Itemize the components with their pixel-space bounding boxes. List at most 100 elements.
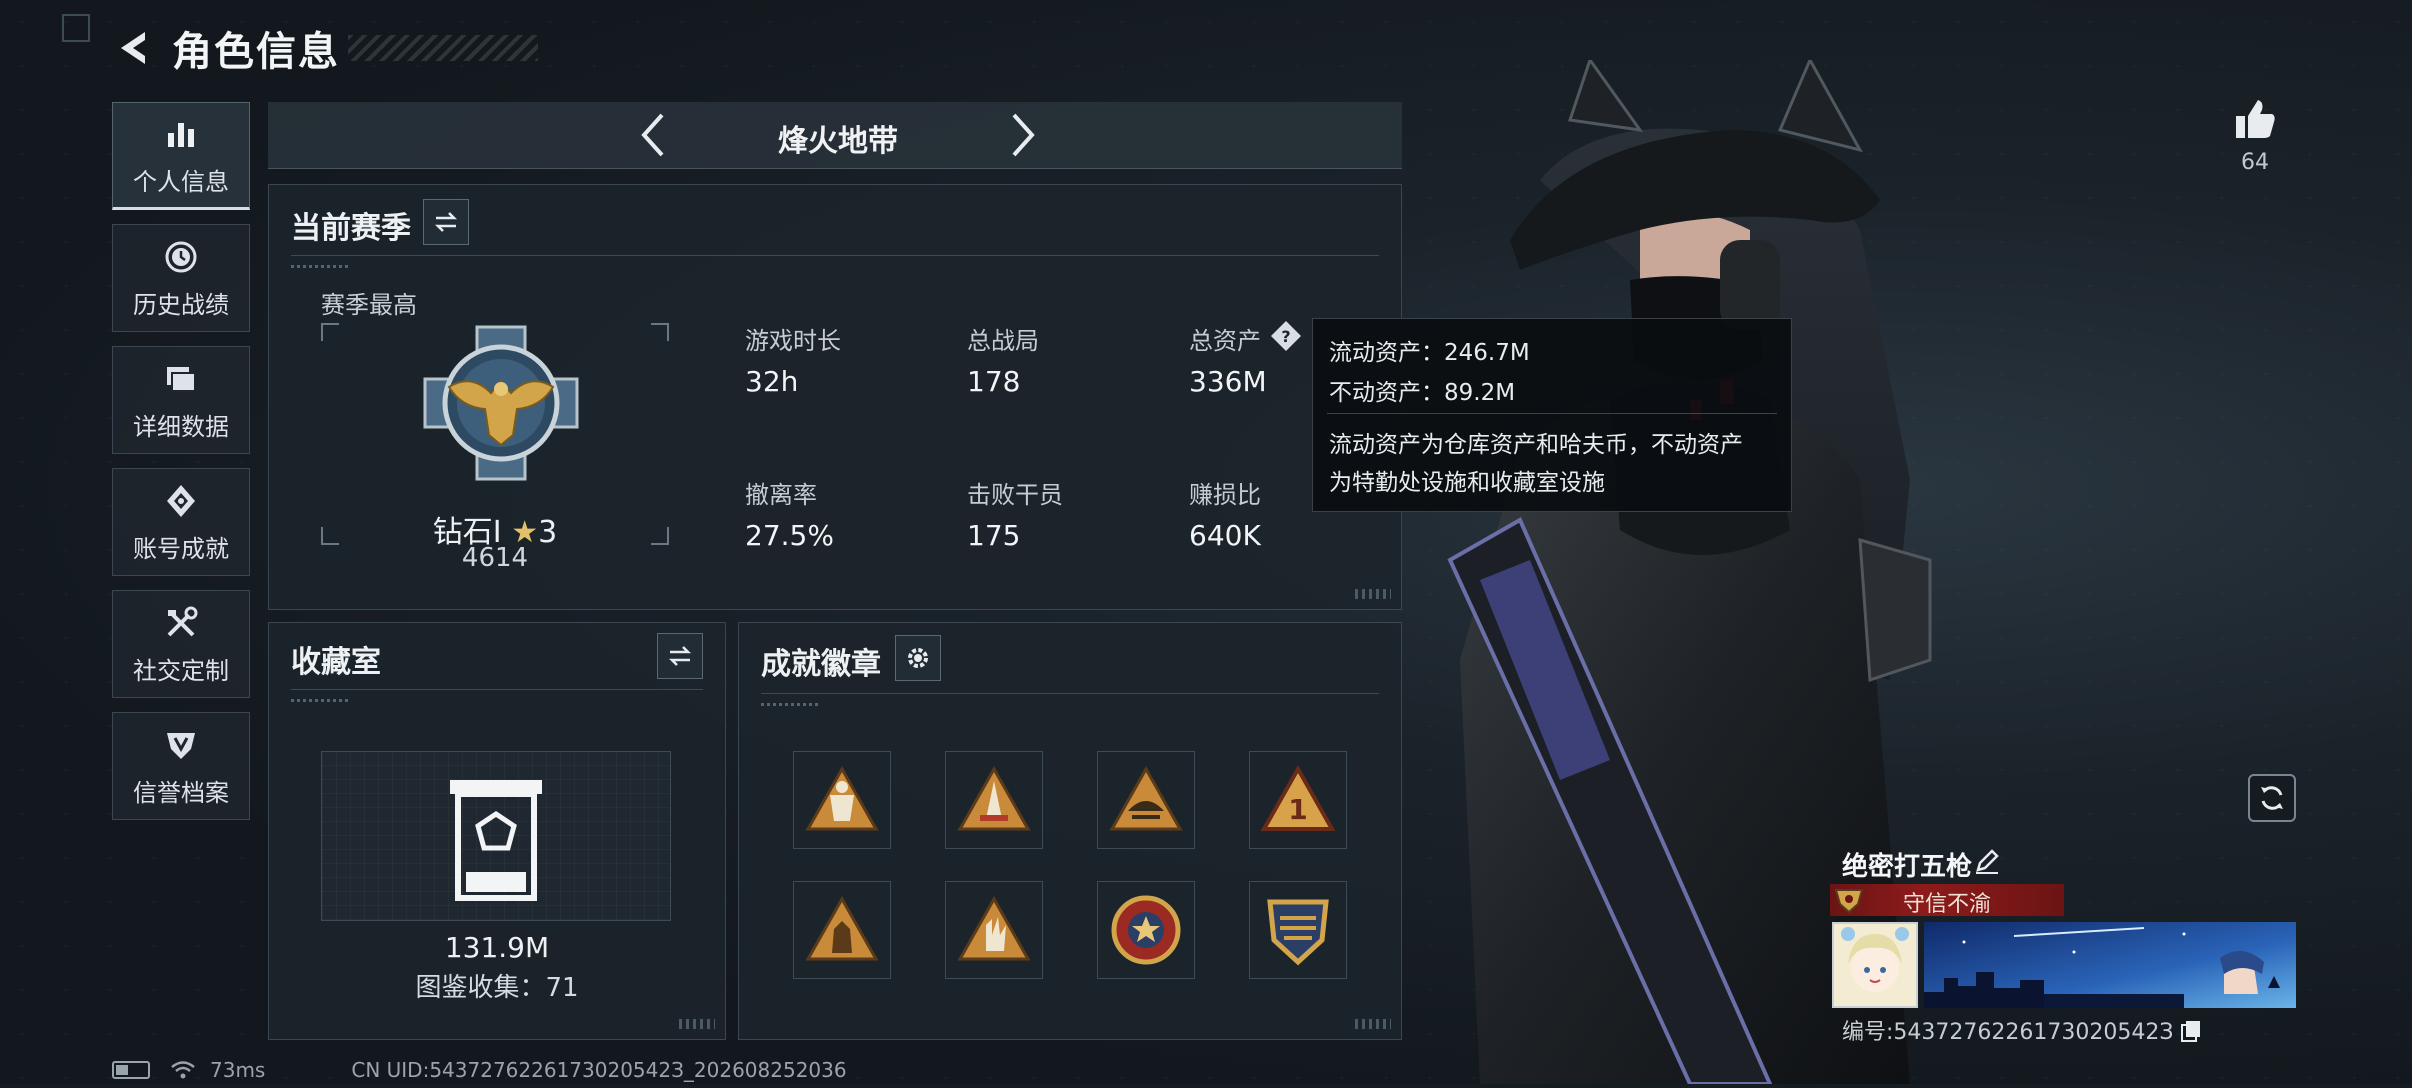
player-id: 编号:5437276226173020542З <box>1842 1020 2174 1045</box>
ping-value: 73ms <box>210 1058 266 1082</box>
nav-item-social[interactable]: 社交定制 <box>112 590 250 698</box>
thumbs-up-icon <box>2236 100 2275 138</box>
like-widget[interactable]: 64 <box>2230 96 2280 175</box>
chevron-left-icon[interactable] <box>628 110 678 160</box>
achievement-badge-3[interactable] <box>1097 751 1195 849</box>
collection-value: 131.9M <box>444 931 550 964</box>
player-id-line: 编号:5437276226173020542З <box>1842 1014 2203 1046</box>
swap-collection-button[interactable] <box>657 633 703 679</box>
achievement-badge-8[interactable] <box>1249 881 1347 979</box>
stat-value-kills: 175 <box>967 519 1021 552</box>
back-icon[interactable] <box>112 25 158 71</box>
nav-label: 信誉档案 <box>133 778 229 807</box>
stat-label-total-matches: 总战局 <box>967 327 1039 355</box>
mode-selector: 烽火地带 <box>268 102 1402 169</box>
uid-text: CN UID:5437276226173020542З_202608252036 <box>351 1058 847 1082</box>
nav-item-personal-info[interactable]: 个人信息 <box>112 102 250 210</box>
bar-chart-icon <box>161 114 201 154</box>
help-icon[interactable]: ? <box>1269 319 1303 353</box>
tools-icon <box>161 603 201 643</box>
divider <box>291 689 703 690</box>
swap-icon <box>434 212 458 232</box>
side-nav: 个人信息 历史战绩 详细数据 账号成就 社交定制 信誉档案 <box>112 102 250 834</box>
divider <box>761 693 1379 694</box>
stat-label-extract-rate: 撤离率 <box>745 481 817 509</box>
season-title: 当前赛季 <box>291 211 411 246</box>
nav-item-achievements[interactable]: 账号成就 <box>112 468 250 576</box>
battery-icon <box>112 1061 150 1079</box>
rank-score: 4614 <box>461 543 529 573</box>
stat-value-extract-rate: 27.5% <box>745 519 834 552</box>
page-title: 角色信息 <box>172 29 340 75</box>
nav-label: 账号成就 <box>133 534 229 563</box>
season-panel: 当前赛季 赛季最高 钻石Ⅰ ★3 4614 游戏时长 32h 总战局 178 总… <box>268 184 1402 610</box>
diamond-rank-badge-icon <box>421 323 581 483</box>
nav-label: 详细数据 <box>133 412 229 441</box>
stat-value-total-matches: 178 <box>967 365 1021 398</box>
like-count: 64 <box>2241 150 2269 175</box>
copy-icon[interactable] <box>2179 1018 2203 1042</box>
edit-pencil-icon[interactable] <box>1972 846 2004 878</box>
reputation-banner: 守信不渝 <box>1830 884 2064 917</box>
stat-label-playtime: 游戏时长 <box>745 327 841 355</box>
gear-icon <box>908 648 928 668</box>
achievement-badge-6[interactable] <box>945 881 1043 979</box>
swap-icon <box>668 646 692 666</box>
wifi-icon <box>170 1060 196 1080</box>
tooltip-liquid-assets: 流动资产：246.7M <box>1329 340 1530 366</box>
tooltip-divider <box>1327 413 1777 414</box>
achievement-badge-2[interactable] <box>945 751 1043 849</box>
nav-label: 个人信息 <box>133 167 229 196</box>
achievement-gem-icon <box>161 481 201 521</box>
stat-value-profit-ratio: 640K <box>1189 519 1261 552</box>
badges-settings-button[interactable] <box>895 635 941 681</box>
achievement-badge-4[interactable]: 1 <box>1249 751 1347 849</box>
history-clock-icon <box>161 237 201 277</box>
achievement-badge-7[interactable] <box>1097 881 1195 979</box>
rank-frame: 钻石Ⅰ ★3 4614 <box>321 323 669 573</box>
achievement-badge-5[interactable] <box>793 881 891 979</box>
stat-label-kills: 击败干员 <box>967 481 1063 509</box>
player-nickname: 绝密打五枪 <box>1842 852 1973 882</box>
badges-title: 成就徽章 <box>761 647 881 682</box>
collection-count: 图鉴收集：71 <box>415 973 579 1003</box>
achievement-badge-1[interactable] <box>793 751 891 849</box>
tooltip-fixed-assets: 不动资产：89.2M <box>1329 380 1516 406</box>
nav-label: 历史战绩 <box>133 290 229 319</box>
panel-decoration <box>679 1019 715 1029</box>
status-bar: 73ms CN UID:5437276226173020542З_2026082… <box>112 1058 847 1082</box>
shield-icon <box>161 725 201 765</box>
collection-vault-icon <box>450 780 542 901</box>
tooltip-description-2: 为特勤处设施和收藏室设施 <box>1329 470 1605 496</box>
divider-dots <box>291 699 351 702</box>
swap-season-button[interactable] <box>423 199 469 245</box>
collection-preview[interactable] <box>321 751 671 921</box>
avatar[interactable] <box>1832 922 1918 1008</box>
collection-panel: 收藏室 131.9M 图鉴收集：71 <box>268 622 726 1040</box>
divider-dots <box>761 703 821 706</box>
corner-marker <box>62 14 90 42</box>
refresh-icon <box>2261 786 2283 810</box>
frame-corner <box>321 323 339 341</box>
svg-text:1: 1 <box>1288 793 1307 826</box>
collection-title: 收藏室 <box>291 645 381 680</box>
divider-dots <box>291 265 351 268</box>
svg-text:?: ? <box>1281 327 1290 346</box>
nav-label: 社交定制 <box>133 656 229 685</box>
divider <box>291 255 1379 256</box>
stat-value-total-assets: 336M <box>1189 365 1267 398</box>
nav-item-reputation[interactable]: 信誉档案 <box>112 712 250 820</box>
asset-tooltip: 流动资产：246.7M 不动资产：89.2M 流动资产为仓库资产和哈夫币，不动资… <box>1312 318 1792 512</box>
chevron-right-icon[interactable] <box>998 110 1048 160</box>
refresh-button[interactable] <box>2248 774 2296 822</box>
tooltip-description-1: 流动资产为仓库资产和哈夫币，不动资产 <box>1329 432 1743 458</box>
title-decoration <box>348 35 538 61</box>
stat-label-profit-ratio: 赚损比 <box>1189 481 1261 509</box>
season-best-label: 赛季最高 <box>321 291 417 319</box>
panel-decoration <box>1355 589 1391 599</box>
reputation-text: 守信不渝 <box>1902 892 1991 917</box>
nav-item-detailed-data[interactable]: 详细数据 <box>112 346 250 454</box>
nav-item-history[interactable]: 历史战绩 <box>112 224 250 332</box>
mode-title: 烽火地带 <box>778 124 898 159</box>
profile-banner[interactable] <box>1924 922 2296 1008</box>
